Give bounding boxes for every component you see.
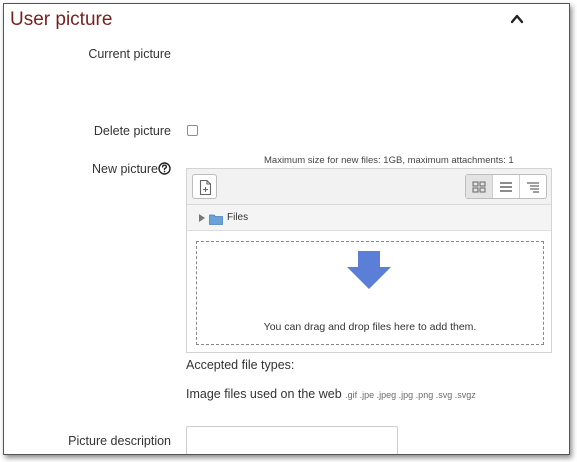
picture-description-input[interactable]	[186, 426, 398, 454]
section-header[interactable]: User picture	[4, 4, 569, 42]
file-types-description: Image files used on the web	[186, 387, 342, 401]
section-title: User picture	[10, 9, 113, 30]
folder-icon[interactable]	[209, 212, 223, 225]
new-picture-label: New picture	[92, 162, 158, 176]
delete-picture-label: Delete picture	[93, 124, 171, 138]
add-file-button[interactable]	[192, 174, 217, 199]
drop-zone[interactable]: You can drag and drop files here to add …	[196, 241, 544, 345]
chevron-up-icon[interactable]	[510, 12, 524, 26]
question-circle-icon[interactable]	[158, 162, 171, 175]
accepted-file-types: Image files used on the web .gif .jpe .j…	[186, 387, 476, 401]
file-extensions: .gif .jpe .jpeg .jpg .png .svg .svgz	[345, 390, 476, 400]
grid-view-icon	[472, 181, 486, 192]
file-picker-path: Files	[187, 205, 551, 231]
tree-view-button[interactable]	[520, 175, 546, 198]
down-arrow-icon	[347, 251, 391, 289]
user-picture-panel: User picture Current picture Delete pict…	[3, 3, 570, 455]
tree-view-icon	[527, 181, 539, 193]
list-view-button[interactable]	[493, 175, 520, 198]
delete-picture-checkbox[interactable]	[187, 125, 198, 136]
expand-arrow-icon[interactable]	[199, 214, 205, 222]
grid-view-button[interactable]	[466, 175, 493, 198]
add-file-icon	[199, 179, 212, 196]
list-view-icon	[500, 181, 512, 192]
picture-description-label: Picture description	[68, 434, 171, 448]
drop-instructions: You can drag and drop files here to add …	[263, 321, 477, 333]
file-picker-toolbar	[187, 169, 551, 205]
max-size-note: Maximum size for new files: 1GB, maximum…	[264, 155, 514, 166]
view-switcher	[465, 174, 547, 199]
current-picture-label: Current picture	[88, 47, 171, 61]
file-picker: Files You can drag and drop files here t…	[186, 168, 552, 353]
path-files-link[interactable]: Files	[227, 212, 248, 223]
accepted-file-types-label: Accepted file types:	[186, 358, 295, 372]
